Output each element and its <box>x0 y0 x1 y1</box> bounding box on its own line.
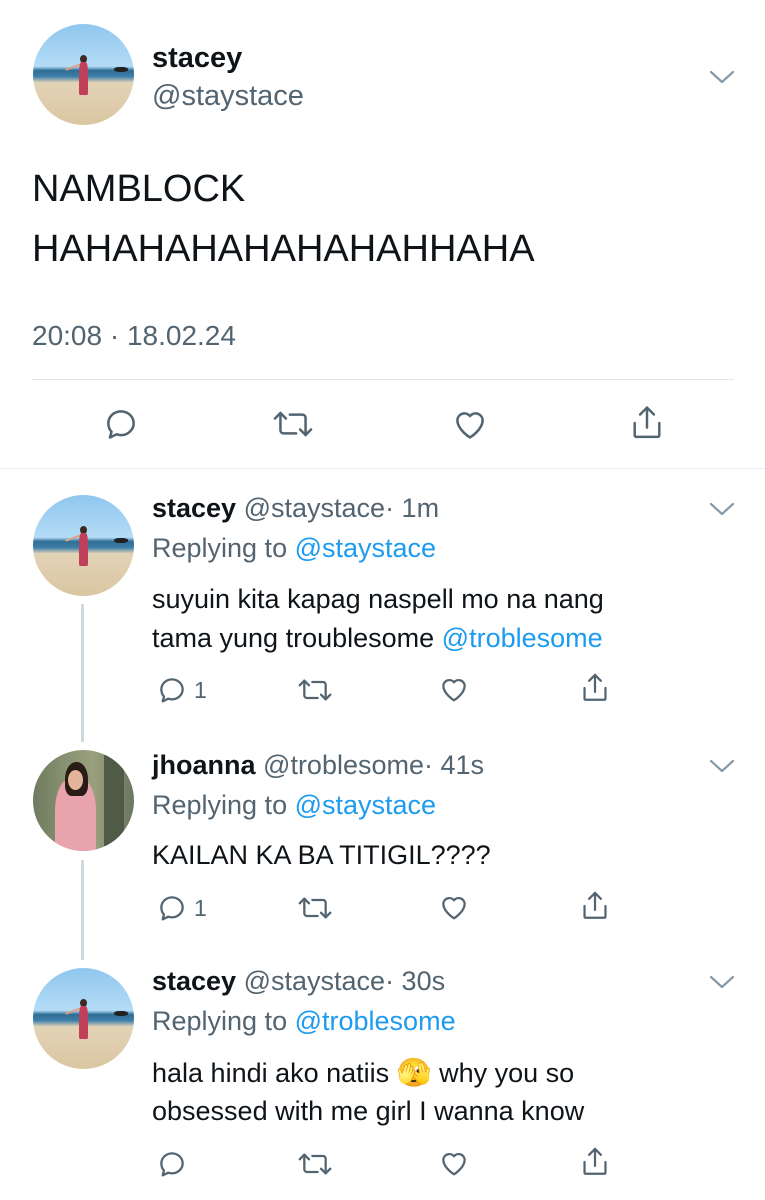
heart-icon[interactable] <box>437 1147 471 1179</box>
divider <box>32 379 734 380</box>
avatar[interactable] <box>33 24 134 125</box>
reply-text: suyuin kita kapag naspell mo na nang <box>152 584 604 614</box>
author-name[interactable]: stacey <box>152 966 236 996</box>
mention-link[interactable]: @troblesome <box>442 623 603 653</box>
author-handle[interactable]: @staystace <box>152 80 304 113</box>
reply-text-part: why you so <box>439 1058 575 1088</box>
chevron-down-icon[interactable] <box>708 973 736 991</box>
chevron-down-icon[interactable] <box>708 500 736 518</box>
reply-time[interactable]: · 1m <box>385 493 439 523</box>
reply-text: tama yung troublesome @troblesome <box>152 623 603 654</box>
replying-label: Replying to <box>152 533 288 563</box>
comment-icon[interactable] <box>156 1148 188 1180</box>
reply-text: KAILAN KA BA TITIGIL???? <box>152 840 491 870</box>
avatar[interactable] <box>33 495 134 596</box>
avatar[interactable] <box>33 750 134 851</box>
author-handle[interactable]: @staystace <box>244 966 385 996</box>
author-name[interactable]: jhoanna <box>152 750 256 780</box>
reply-time[interactable]: · 30s <box>385 966 445 996</box>
share-icon[interactable] <box>579 889 611 923</box>
retweet-icon[interactable] <box>296 674 334 706</box>
author-handle[interactable]: @staystace <box>244 493 385 523</box>
chevron-down-icon[interactable] <box>708 757 736 775</box>
author-name[interactable]: stacey <box>152 42 242 75</box>
replying-to-link[interactable]: @staystace <box>295 790 436 820</box>
reply-text-part: tama yung troublesome <box>152 623 435 653</box>
replying-to-link[interactable]: @staystace <box>295 533 436 563</box>
thread-line <box>81 604 84 742</box>
replying-to-link[interactable]: @troblesome <box>295 1006 456 1036</box>
reply-count: 1 <box>194 677 207 703</box>
author-handle[interactable]: @troblesome <box>263 750 424 780</box>
reply-count: 1 <box>194 895 207 921</box>
thread-line <box>81 860 84 960</box>
share-icon[interactable] <box>579 671 611 705</box>
avatar[interactable] <box>33 968 134 1069</box>
reply-header: jhoanna @troblesome· 41s <box>152 750 484 781</box>
retweet-icon[interactable] <box>271 405 315 443</box>
tweet-text: NAMBLOCK <box>32 168 246 210</box>
heart-icon[interactable] <box>450 405 490 443</box>
tweet-timestamp[interactable]: 20:08 · 18.02.24 <box>32 320 236 352</box>
heart-icon[interactable] <box>437 673 471 705</box>
retweet-icon[interactable] <box>296 1148 334 1180</box>
section-divider <box>0 468 765 469</box>
replying-to: Replying to @troblesome <box>152 1006 456 1037</box>
replying-to: Replying to @staystace <box>152 533 436 564</box>
author-name[interactable]: stacey <box>152 493 236 523</box>
comment-icon[interactable] <box>102 405 140 443</box>
replying-label: Replying to <box>152 1006 288 1036</box>
reply-text: hala hindi ako natiis 🫣 why you so <box>152 1056 574 1089</box>
reply-header: stacey @staystace· 1m <box>152 493 439 524</box>
comment-icon[interactable] <box>156 892 188 924</box>
reply-time[interactable]: · 41s <box>424 750 484 780</box>
peeking-face-emoji: 🫣 <box>396 1057 432 1088</box>
reply-text: obsessed with me girl I wanna know <box>152 1096 585 1126</box>
replying-label: Replying to <box>152 790 288 820</box>
reply-text-part: hala hindi ako natiis <box>152 1058 390 1088</box>
reply-header: stacey @staystace· 30s <box>152 966 445 997</box>
comment-icon[interactable] <box>156 674 188 706</box>
replying-to: Replying to @staystace <box>152 790 436 821</box>
tweet-text: HAHAHAHAHAHAHAHHAHA <box>32 228 535 270</box>
retweet-icon[interactable] <box>296 892 334 924</box>
share-icon[interactable] <box>628 403 666 443</box>
share-icon[interactable] <box>579 1145 611 1179</box>
chevron-down-icon[interactable] <box>708 68 736 86</box>
heart-icon[interactable] <box>437 891 471 923</box>
